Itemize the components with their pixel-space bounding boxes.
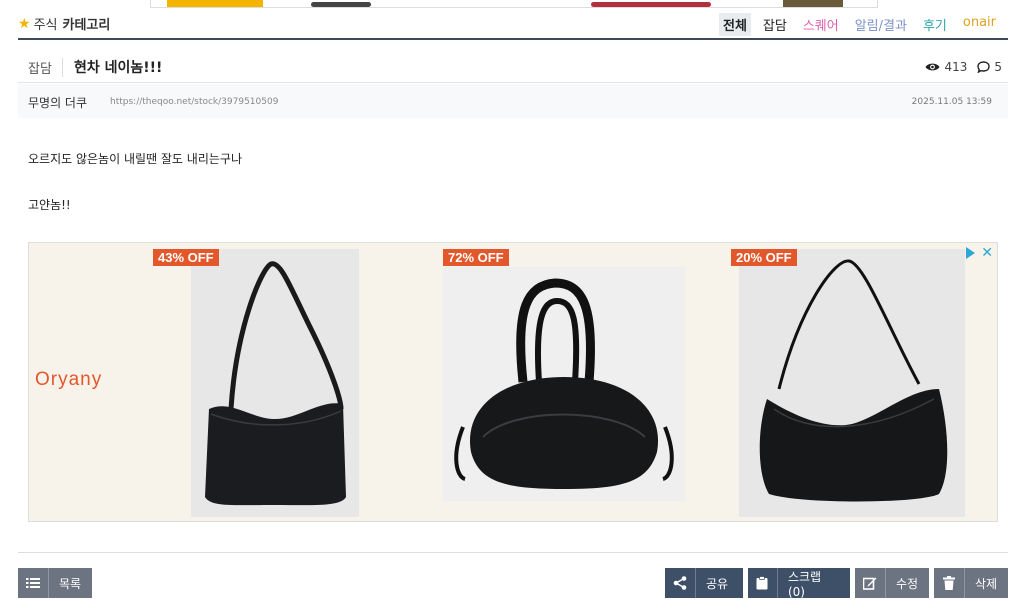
ad-product-2[interactable]: [443, 267, 685, 501]
scrap-button-label: 스크랩 (0): [787, 569, 822, 599]
tab-review[interactable]: 후기: [919, 13, 951, 36]
share-button[interactable]: 공유: [665, 568, 743, 598]
adchoices-icon[interactable]: [966, 247, 976, 259]
category-tabs: 전체 잡담 스퀘어 알림/결과 후기 onair: [711, 13, 1000, 36]
post-title: 현차 네이놈!!!: [74, 60, 163, 76]
ad-banner[interactable]: Oryany ✕ 43% OFF 72% OFF 20% OFF: [28, 242, 998, 522]
tab-square[interactable]: 스퀘어: [799, 13, 843, 36]
delete-button[interactable]: 삭제: [934, 568, 1008, 598]
share-button-label: 공유: [706, 576, 729, 591]
post-body: 오르지도 않은놈이 내릴땐 잘도 내리는구나 고얀놈!!: [28, 150, 242, 242]
post-meta: 무명의 더쿠 https://theqoo.net/stock/39795105…: [18, 84, 1008, 118]
comment-icon: [977, 61, 991, 73]
edit-icon: [855, 568, 886, 598]
top-ad-strip[interactable]: [150, 0, 878, 8]
delete-button-label: 삭제: [975, 576, 998, 591]
author-name: 무명의 더쿠: [28, 96, 88, 110]
offer-badge: 20% OFF: [731, 249, 797, 266]
offer-badge: 43% OFF: [153, 249, 219, 266]
body-line: 고얀놈!!: [28, 198, 71, 212]
ad-product-1[interactable]: [191, 249, 359, 517]
list-icon: [18, 568, 49, 598]
view-count: 413: [944, 60, 968, 74]
list-button[interactable]: 목록: [18, 568, 92, 598]
post-date: 2025.11.05 13:59: [911, 97, 992, 107]
adchoices[interactable]: ✕: [966, 245, 993, 261]
trash-icon: [934, 568, 965, 598]
tab-notice[interactable]: 알림/결과: [851, 13, 911, 36]
offer-badge: 72% OFF: [443, 249, 509, 266]
list-button-label: 목록: [59, 576, 82, 591]
category-label[interactable]: 카테고리: [62, 14, 110, 33]
ad-product-3[interactable]: [739, 249, 965, 517]
post-category[interactable]: 잡담: [28, 58, 63, 77]
eye-icon: [925, 63, 940, 71]
tab-all[interactable]: 전체: [718, 13, 751, 36]
clipboard-icon: [748, 568, 778, 598]
ad-brand-logo[interactable]: Oryany: [35, 369, 102, 391]
share-icon: [665, 568, 696, 598]
body-line: 오르지도 않은놈이 내릴땐 잘도 내리는구나: [28, 152, 242, 166]
tab-onair[interactable]: onair: [959, 13, 1000, 36]
star-icon[interactable]: ★: [18, 16, 31, 32]
edit-button[interactable]: 수정: [855, 568, 929, 598]
post-url[interactable]: https://theqoo.net/stock/3979510509: [110, 97, 278, 107]
post-title-bar: 잡담 현차 네이놈!!! 413 5: [18, 50, 1008, 83]
edit-button-label: 수정: [896, 576, 919, 591]
close-icon[interactable]: ✕: [981, 245, 993, 261]
category-bar: ★ 주식 카테고리 전체 잡담 스퀘어 알림/결과 후기 onair: [18, 12, 1008, 40]
scrap-button[interactable]: 스크랩 (0): [748, 568, 850, 599]
tab-chat[interactable]: 잡담: [759, 13, 791, 36]
divider: [18, 552, 1008, 553]
board-name[interactable]: 주식: [34, 14, 58, 33]
post-stats: 413 5: [925, 60, 1002, 74]
comment-count[interactable]: 5: [994, 60, 1002, 74]
